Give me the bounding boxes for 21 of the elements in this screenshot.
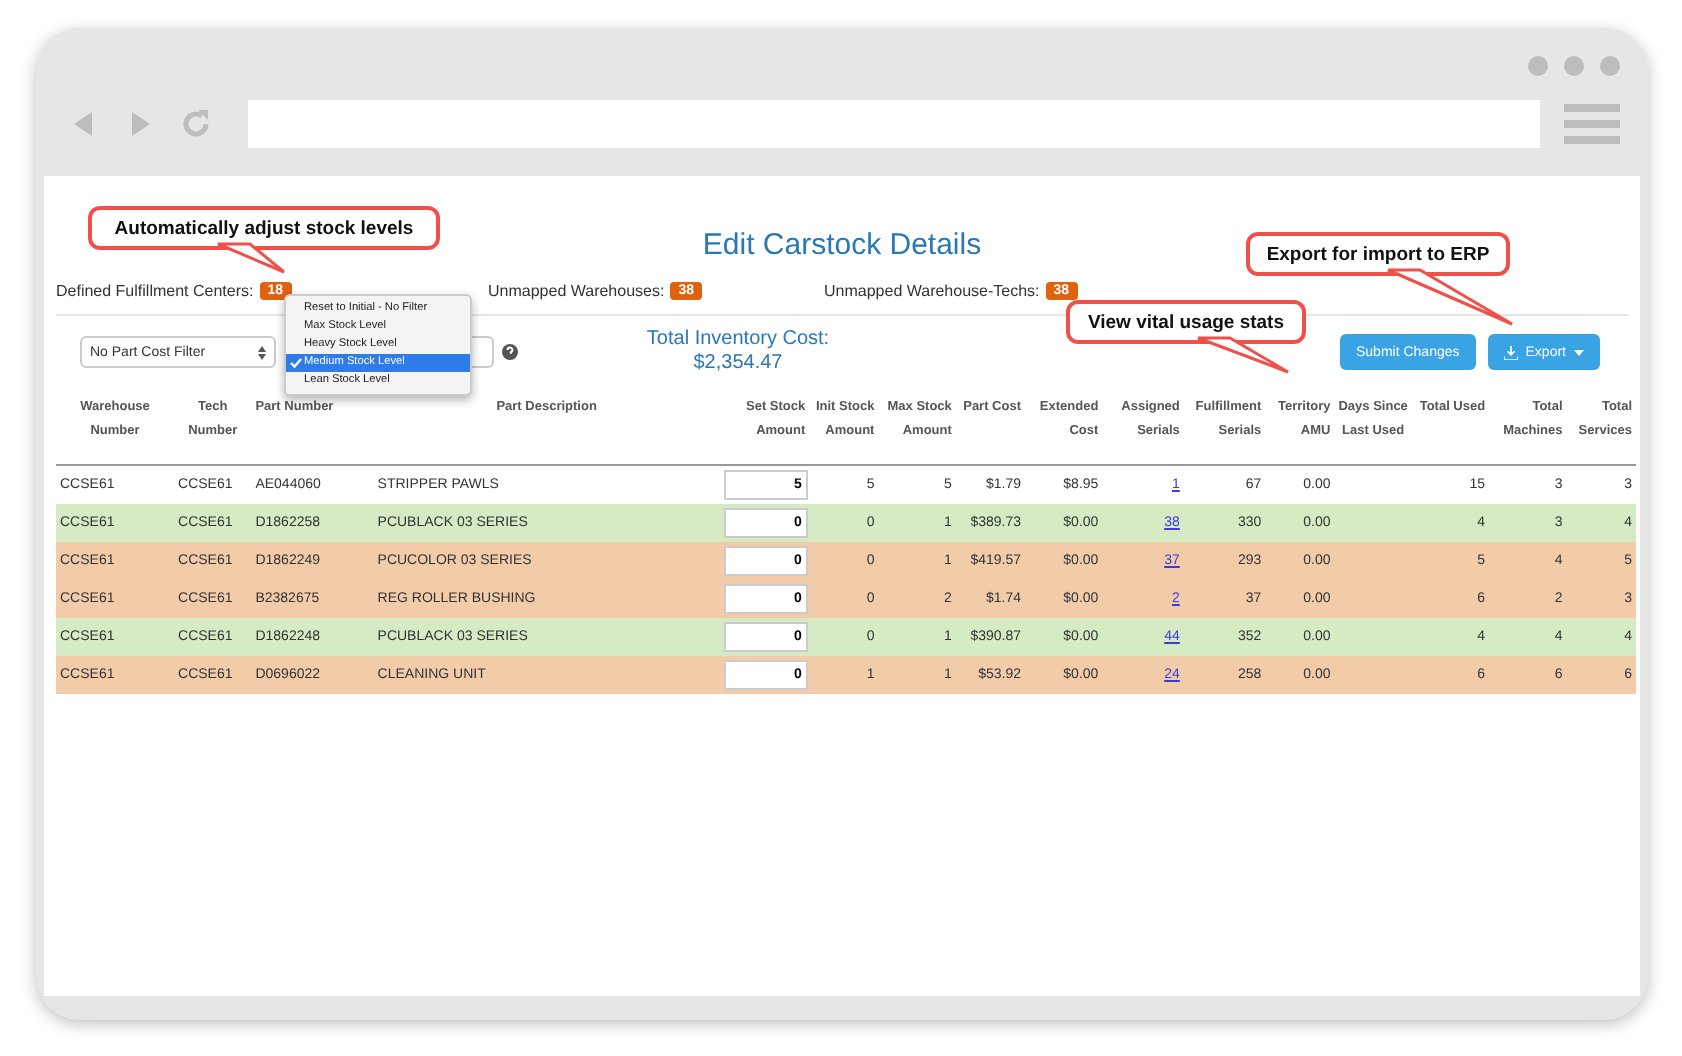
menu-icon[interactable] bbox=[1564, 102, 1620, 146]
total-cost-label: Total Inventory Cost: bbox=[644, 328, 832, 352]
callout-pointer bbox=[1198, 338, 1292, 372]
summary-label: Defined Fulfillment Centers: bbox=[56, 282, 254, 300]
reload-icon[interactable] bbox=[180, 108, 212, 140]
download-icon bbox=[1503, 345, 1518, 359]
total-cost-value: $2,354.47 bbox=[691, 352, 785, 376]
caret-icon bbox=[1574, 349, 1584, 355]
window-dot bbox=[1564, 56, 1584, 76]
help-icon[interactable] bbox=[502, 344, 518, 360]
window-dot bbox=[1600, 56, 1620, 76]
callout-pointer bbox=[1388, 270, 1516, 324]
summary-label: Unmapped Warehouse-Techs: bbox=[824, 282, 1040, 300]
callout-pointer bbox=[218, 244, 288, 272]
check-icon bbox=[290, 358, 302, 368]
summary-label: Unmapped Warehouses: bbox=[488, 282, 665, 300]
window-dot bbox=[1528, 56, 1548, 76]
address-bar[interactable] bbox=[248, 100, 1540, 148]
updown-arrows-icon bbox=[258, 345, 266, 359]
page-title: Edit Carstock Details bbox=[702, 228, 982, 262]
callout-box: Export for import to ERP bbox=[1246, 232, 1510, 276]
